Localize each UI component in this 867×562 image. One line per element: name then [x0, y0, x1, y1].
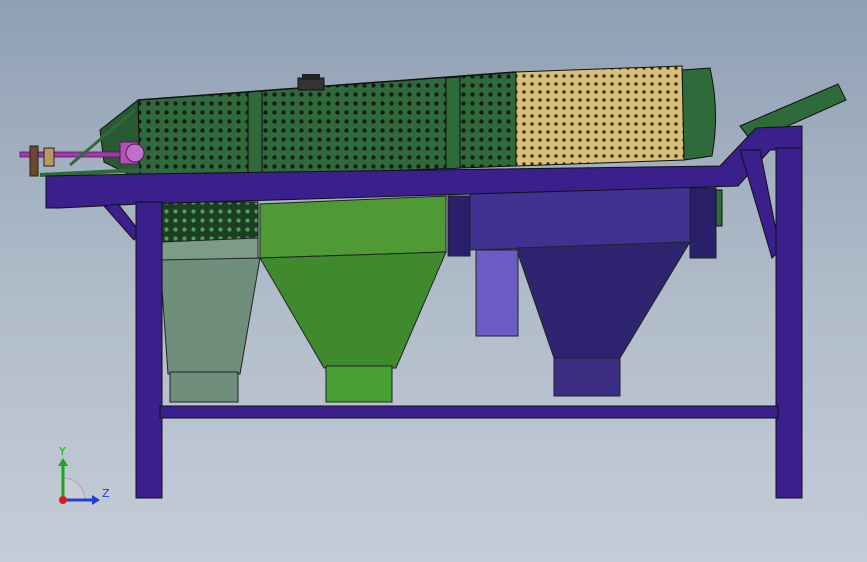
fine-screen-section [515, 65, 685, 167]
axis-triad: Y Z [58, 445, 110, 505]
hopper-1[interactable] [159, 237, 261, 403]
axis-y-label: Y [58, 445, 66, 458]
drive-motor [297, 74, 325, 91]
axis-z-label: Z [102, 487, 110, 500]
frame-crossbar [159, 405, 779, 419]
support-frame[interactable] [45, 125, 803, 499]
rotary-drum[interactable] [99, 65, 717, 181]
hopper-2[interactable] [259, 195, 447, 403]
cad-viewport[interactable]: Y Z [0, 0, 867, 562]
model-canvas[interactable]: Y Z [0, 0, 867, 562]
frame-leg-right [775, 147, 803, 499]
frame-leg-left [135, 201, 163, 499]
